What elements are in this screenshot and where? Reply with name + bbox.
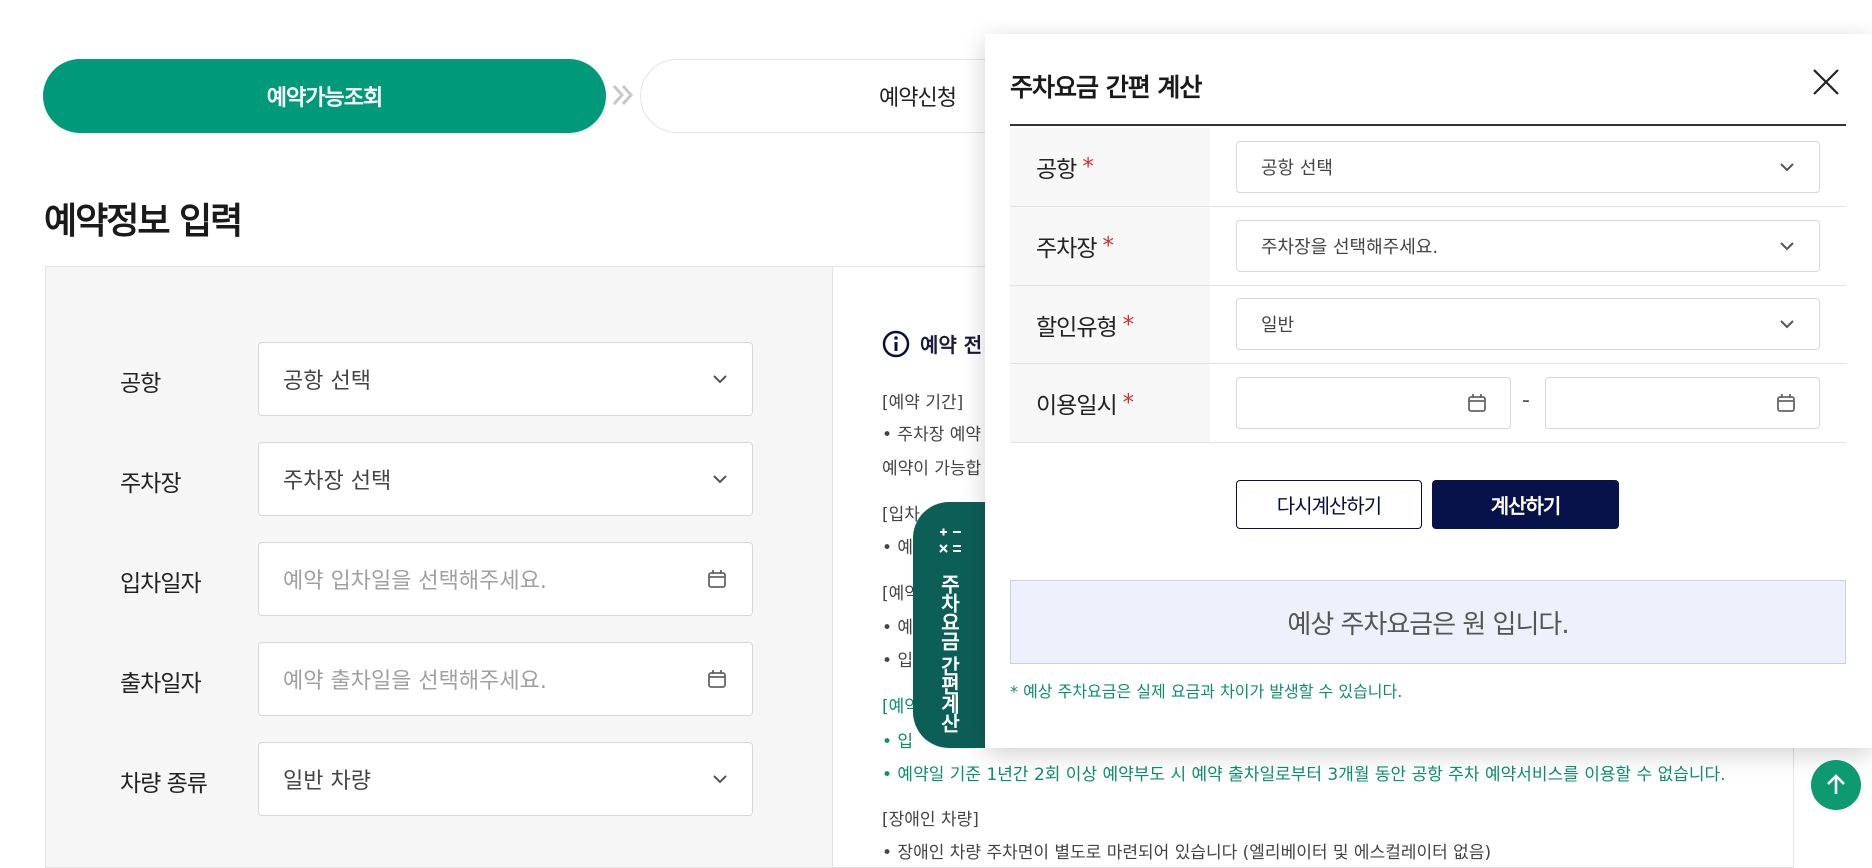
page-title: 예약정보 입력 <box>44 201 243 242</box>
parking-label: 주차장 <box>120 471 181 497</box>
info-icon <box>882 330 910 357</box>
estimated-fee-result: 예상 주차요금은 원 입니다. <box>1010 580 1846 664</box>
double-chevron-right-icon <box>610 80 636 110</box>
modal-datetime-label-text: 이용일시 <box>1036 393 1118 419</box>
modal-airport-label-text: 공항 <box>1036 157 1077 183</box>
airport-select-value: 공항 선택 <box>283 369 371 394</box>
modal-parking-label: 주차장 * <box>1010 207 1210 285</box>
date-range-separator: - <box>1522 388 1530 413</box>
modal-end-date-input[interactable] <box>1545 377 1820 429</box>
airport-select[interactable]: 공항 선택 <box>258 342 753 416</box>
info-line: [예약 기간] <box>882 393 964 413</box>
estimated-fee-note: * 예상 주차요금은 실제 요금과 차이가 발생할 수 있습니다. <box>1010 682 1403 701</box>
info-line: • 주차장 예약 <box>882 425 982 445</box>
calendar-icon[interactable] <box>706 668 728 690</box>
chevron-down-icon <box>713 375 727 384</box>
airport-label: 공항 <box>120 371 161 397</box>
chevron-down-icon <box>1780 320 1794 329</box>
info-line: • 입 <box>882 651 914 671</box>
info-heading-text: 예약 전 <box>920 333 983 357</box>
entry-date-placeholder: 예약 입차일을 선택해주세요. <box>283 569 547 594</box>
vehicle-type-label: 차량 종류 <box>120 771 208 797</box>
calendar-icon[interactable] <box>1466 392 1488 414</box>
modal-airport-select[interactable]: 공항 선택 <box>1236 141 1820 193</box>
recalculate-button[interactable]: 다시계산하기 <box>1236 480 1422 529</box>
chevron-down-icon <box>1780 242 1794 251</box>
modal-datetime-label: 이용일시 * <box>1010 364 1210 442</box>
chevron-down-icon <box>1780 163 1794 172</box>
exit-date-label: 출차일자 <box>120 671 202 697</box>
modal-discount-label-text: 할인유형 <box>1036 315 1118 341</box>
info-line: • 예 <box>882 618 914 638</box>
info-line: • 예 <box>882 538 914 558</box>
vehicle-type-value: 일반 차량 <box>283 769 371 794</box>
entry-date-input[interactable]: 예약 입차일을 선택해주세요. <box>258 542 753 616</box>
parking-select[interactable]: 주차장 선택 <box>258 442 753 516</box>
calculate-button[interactable]: 계산하기 <box>1432 480 1619 529</box>
modal-airport-label: 공항 * <box>1010 128 1210 206</box>
modal-parking-select[interactable]: 주차장을 선택해주세요. <box>1236 220 1820 272</box>
calendar-icon[interactable] <box>1775 392 1797 414</box>
modal-discount-select[interactable]: 일반 <box>1236 298 1820 350</box>
close-icon[interactable] <box>1810 66 1842 98</box>
modal-parking-label-text: 주차장 <box>1036 236 1097 262</box>
info-heading: 예약 전 <box>882 329 982 358</box>
info-line: 예약이 가능합 <box>882 459 982 479</box>
scroll-top-button[interactable] <box>1811 760 1861 810</box>
info-line: • 입 <box>882 732 914 752</box>
required-mark: * <box>1122 390 1134 416</box>
required-mark: * <box>1102 233 1113 259</box>
exit-date-input[interactable]: 예약 출차일을 선택해주세요. <box>258 642 753 716</box>
parking-select-value: 주차장 선택 <box>283 469 392 494</box>
arrow-up-icon <box>1827 774 1845 794</box>
chevron-down-icon <box>713 475 727 484</box>
calc-tab-label: 주차요금 간편계산 <box>937 574 961 732</box>
info-line: • 예약일 기준 1년간 2회 이상 예약부도 시 예약 출차일로부터 3개월 … <box>882 765 1726 785</box>
parking-fee-calc-tab[interactable]: 주차요금 간편계산 <box>913 502 985 748</box>
step-reservation-check[interactable]: 예약가능조회 <box>43 59 606 133</box>
info-line: • 장애인 차량 주차면이 별도로 마련되어 있습니다 (엘리베이터 및 에스컬… <box>882 843 1492 863</box>
modal-discount-value: 일반 <box>1261 315 1295 336</box>
calendar-icon[interactable] <box>706 568 728 590</box>
vehicle-type-select[interactable]: 일반 차량 <box>258 742 753 816</box>
modal-divider <box>1010 124 1846 126</box>
info-line: [장애인 차량] <box>882 810 979 830</box>
info-line: [입차 <box>882 505 920 525</box>
modal-airport-value: 공항 선택 <box>1261 158 1333 179</box>
entry-date-label: 입차일자 <box>120 571 202 597</box>
required-mark: * <box>1082 154 1093 180</box>
row-divider <box>1010 442 1846 443</box>
chevron-down-icon <box>713 775 727 784</box>
exit-date-placeholder: 예약 출차일을 선택해주세요. <box>283 669 547 694</box>
modal-parking-value: 주차장을 선택해주세요. <box>1261 237 1439 258</box>
modal-discount-label: 할인유형 * <box>1010 286 1210 364</box>
calculator-icon <box>939 528 961 553</box>
modal-title: 주차요금 간편 계산 <box>1010 73 1202 102</box>
modal-start-date-input[interactable] <box>1236 377 1511 429</box>
required-mark: * <box>1122 312 1134 338</box>
